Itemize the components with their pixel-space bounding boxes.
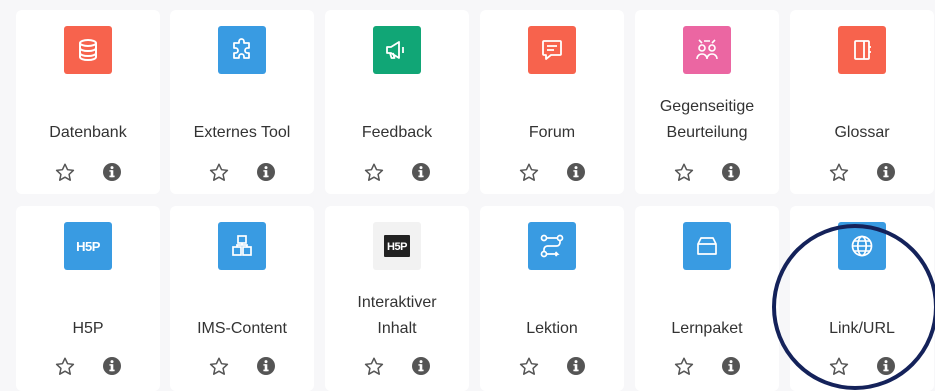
h5p-logo-badge: H5P (384, 235, 410, 257)
activity-actions (208, 356, 276, 376)
activity-actions (673, 162, 741, 182)
activity-label: Lernpaket (671, 320, 743, 337)
h5p-icon: H5P (373, 222, 421, 270)
activity-tile-ims-content[interactable]: IMS-Content (170, 206, 314, 391)
activity-actions (828, 356, 896, 376)
star-icon[interactable] (363, 162, 385, 182)
star-icon[interactable] (363, 356, 385, 376)
h5p-icon: H5P (64, 222, 112, 270)
activity-label: Gegenseitige Beurteilung (659, 98, 755, 141)
h5p-logo-text: H5P (76, 238, 100, 254)
activity-actions (363, 356, 431, 376)
star-icon[interactable] (54, 356, 76, 376)
chat-icon (528, 26, 576, 74)
activity-tile-gegenseitige-beurteilung[interactable]: Gegenseitige Beurteilung (635, 10, 779, 194)
star-icon[interactable] (673, 162, 695, 182)
globe-icon (838, 222, 886, 270)
activity-label: IMS-Content (197, 320, 287, 337)
activity-tile-datenbank[interactable]: Datenbank (16, 10, 160, 194)
info-icon[interactable] (411, 162, 431, 182)
activity-actions (54, 162, 122, 182)
info-icon[interactable] (876, 356, 896, 376)
activity-actions (208, 162, 276, 182)
info-icon[interactable] (256, 162, 276, 182)
activity-actions (673, 356, 741, 376)
activity-tile-link-url[interactable]: Link/URL (790, 206, 934, 391)
info-icon[interactable] (566, 356, 586, 376)
route-icon (528, 222, 576, 270)
activity-tile-interaktiver-inhalt[interactable]: H5P Interaktiver Inhalt (325, 206, 469, 391)
activity-tile-h5p[interactable]: H5P H5P (16, 206, 160, 391)
star-icon[interactable] (518, 162, 540, 182)
h5p-logo-text: H5P (387, 241, 407, 253)
info-icon[interactable] (102, 162, 122, 182)
star-icon[interactable] (673, 356, 695, 376)
info-icon[interactable] (721, 162, 741, 182)
star-icon[interactable] (208, 356, 230, 376)
puzzle-icon (218, 26, 266, 74)
activity-label: Link/URL (829, 320, 895, 337)
package-blocks-icon (218, 222, 266, 270)
activity-label: Interaktiver Inhalt (357, 294, 437, 337)
database-icon (64, 26, 112, 74)
box-icon (683, 222, 731, 270)
activity-tile-forum[interactable]: Forum (480, 10, 624, 194)
activity-label: Lektion (526, 320, 578, 337)
info-icon[interactable] (876, 162, 896, 182)
activity-label: H5P (72, 320, 104, 337)
activity-actions (828, 162, 896, 182)
activity-actions (518, 162, 586, 182)
activity-label: Externes Tool (193, 124, 291, 141)
activity-label: Datenbank (49, 124, 127, 141)
activity-actions (363, 162, 431, 182)
book-icon (838, 26, 886, 74)
activity-tile-externes-tool[interactable]: Externes Tool (170, 10, 314, 194)
info-icon[interactable] (721, 356, 741, 376)
activity-actions (518, 356, 586, 376)
activity-tile-lektion[interactable]: Lektion (480, 206, 624, 391)
activity-tile-lernpaket[interactable]: Lernpaket (635, 206, 779, 391)
megaphone-icon (373, 26, 421, 74)
activity-label: Feedback (361, 124, 433, 141)
info-icon[interactable] (566, 162, 586, 182)
star-icon[interactable] (54, 162, 76, 182)
activity-tile-feedback[interactable]: Feedback (325, 10, 469, 194)
activity-label: Forum (528, 124, 576, 141)
info-icon[interactable] (102, 356, 122, 376)
activity-chooser-grid: Datenbank Externes Tool Feedback Forum G… (0, 0, 935, 391)
activity-tile-glossar[interactable]: Glossar (790, 10, 934, 194)
star-icon[interactable] (208, 162, 230, 182)
activity-label: Glossar (834, 124, 890, 141)
people-review-icon (683, 26, 731, 74)
info-icon[interactable] (411, 356, 431, 376)
info-icon[interactable] (256, 356, 276, 376)
star-icon[interactable] (518, 356, 540, 376)
star-icon[interactable] (828, 162, 850, 182)
star-icon[interactable] (828, 356, 850, 376)
activity-actions (54, 356, 122, 376)
